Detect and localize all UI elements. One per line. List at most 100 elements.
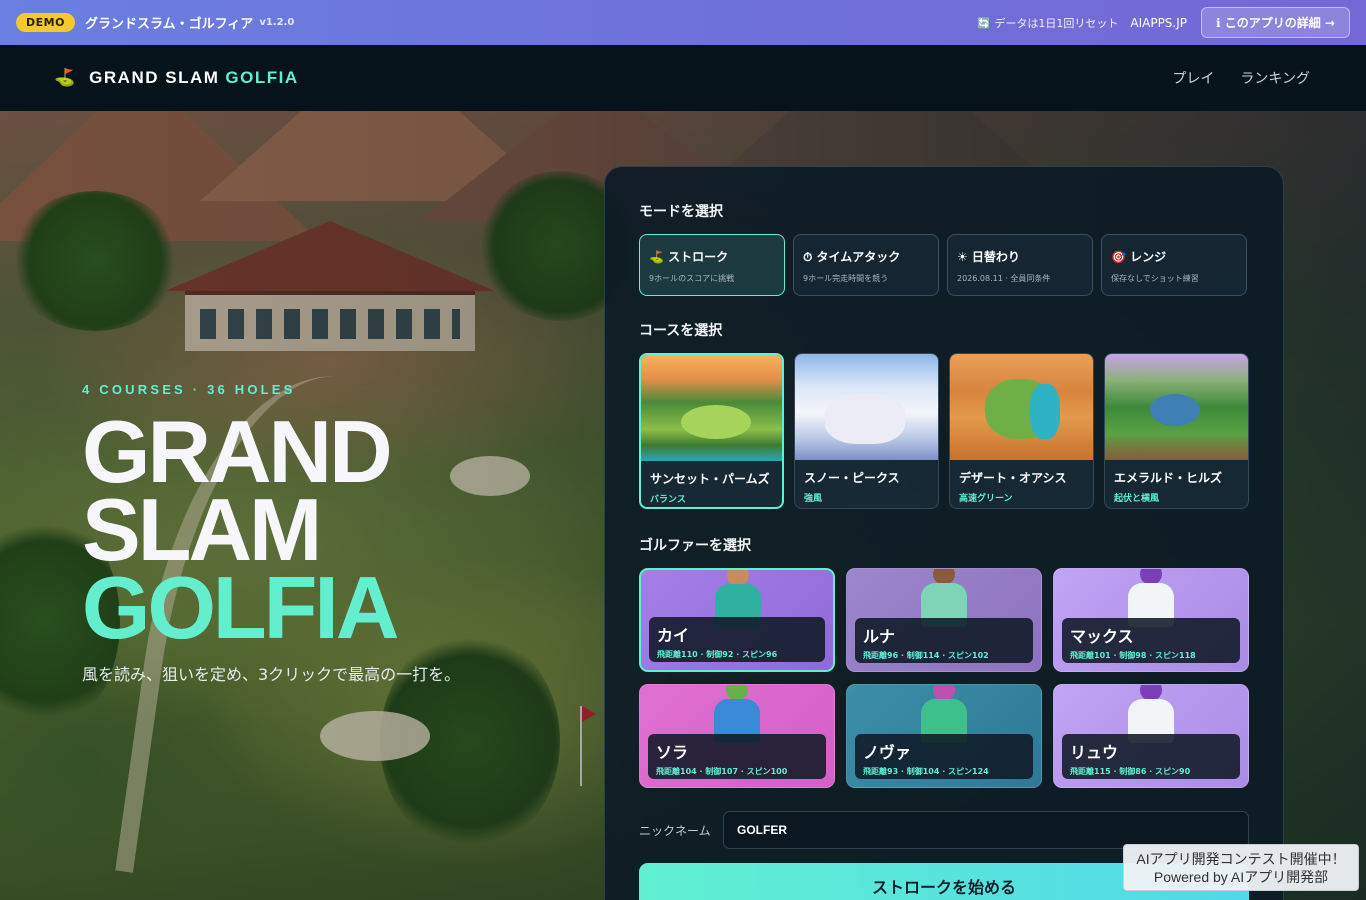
golfer-avatar xyxy=(1116,569,1186,627)
golfer-stats: 飛距離101 · 制御98 · スピン118 xyxy=(1070,651,1196,660)
golfer-avatar xyxy=(702,685,772,743)
course-tag: 起伏と横風 xyxy=(1114,494,1160,504)
golfer-card-kai[interactable]: カイ 飛距離110 · 制御92 · スピン96 xyxy=(639,568,835,672)
mountain-shape xyxy=(0,111,320,241)
course-tag: 強風 xyxy=(804,494,823,504)
golfer-stats: 飛距離104 · 制御107 · スピン100 xyxy=(656,767,788,776)
demo-bar-right: 🔄 データは1日1回リセット AIAPPS.JP ℹ このアプリの詳細 → xyxy=(977,7,1350,38)
golfer-avatar xyxy=(909,685,979,743)
course-tag: バランス xyxy=(650,495,686,505)
golfer-card-sora[interactable]: ソラ 飛距離104 · 制御107 · スピン100 xyxy=(639,684,835,788)
hero-title-line3: GOLFIA xyxy=(82,564,462,652)
logo[interactable]: GRAND SLAM GOLFIA xyxy=(89,68,298,88)
golfer-info: ソラ 飛距離104 · 制御107 · スピン100 xyxy=(648,734,826,779)
logo-accent: GOLFIA xyxy=(225,68,299,87)
mode-option-stroke[interactable]: ⛳ ストローク 9ホールのスコアに挑戦 xyxy=(639,234,785,296)
course-name: デザート・オアシス xyxy=(959,471,1067,485)
golfer-avatar xyxy=(1116,685,1186,743)
app-title: グランドスラム・ゴルフィア xyxy=(84,17,254,32)
site-link[interactable]: AIAPPS.JP xyxy=(1130,16,1187,30)
demo-badge: DEMO xyxy=(16,13,75,32)
clubhouse-roof xyxy=(165,221,495,291)
clubhouse xyxy=(165,221,495,351)
game-setup-panel: モードを選択 ⛳ ストローク 9ホールのスコアに挑戦 ⏱ タイムアタック 9ホー… xyxy=(604,166,1284,900)
course-card-emerald-hills[interactable]: エメラルド・ヒルズ 起伏と横風 xyxy=(1104,353,1249,509)
golfer-name: ソラ xyxy=(656,743,689,762)
mode-desc: 9ホールのスコアに挑戦 xyxy=(649,274,735,283)
course-thumbnail xyxy=(1105,354,1248,460)
mode-selector: ⛳ ストローク 9ホールのスコアに挑戦 ⏱ タイムアタック 9ホール完走時間を競… xyxy=(639,234,1249,296)
golfer-info: カイ 飛距離110 · 制御92 · スピン96 xyxy=(649,617,825,662)
course-tag: 高速グリーン xyxy=(959,494,1013,504)
mode-desc: 2026.08.11 · 全員同条件 xyxy=(957,274,1051,283)
golfer-name: マックス xyxy=(1070,627,1134,646)
golfer-section-title: ゴルファーを選択 xyxy=(639,538,751,554)
course-card-desert-oasis[interactable]: デザート・オアシス 高速グリーン xyxy=(949,353,1094,509)
main-nav: プレイ ランキング xyxy=(1172,68,1310,88)
mode-option-daily[interactable]: ☀ 日替わり 2026.08.11 · 全員同条件 xyxy=(947,234,1093,296)
golfer-info: リュウ 飛距離115 · 制御86 · スピン90 xyxy=(1062,734,1240,779)
mode-desc: 保存なしでショット練習 xyxy=(1111,274,1199,283)
hero-title: GRAND SLAM GOLFIA xyxy=(82,408,462,652)
golfer-card-ryu[interactable]: リュウ 飛距離115 · 制御86 · スピン90 xyxy=(1053,684,1249,788)
sand-bunker xyxy=(450,456,530,496)
nav-ranking[interactable]: ランキング xyxy=(1240,68,1310,88)
course-thumbnail xyxy=(641,355,782,461)
mode-option-time-attack[interactable]: ⏱ タイムアタック 9ホール完走時間を競う xyxy=(793,234,939,296)
mode-option-range[interactable]: 🎯 レンジ 保存なしでショット練習 xyxy=(1101,234,1247,296)
golfer-stats: 飛距離96 · 制御114 · スピン102 xyxy=(863,651,989,660)
reset-notice: 🔄 データは1日1回リセット xyxy=(977,16,1119,30)
mode-name: ☀ 日替わり xyxy=(957,250,1020,264)
course-name: サンセット・パームズ xyxy=(650,472,770,486)
golfer-avatar xyxy=(703,570,773,628)
nickname-label: ニックネーム xyxy=(639,823,711,838)
course-selector: サンセット・パームズ バランス スノー・ピークス 強風 デザート・オアシス 高速… xyxy=(639,353,1249,509)
hero-subtitle: 風を読み、狙いを定め、3クリックで最高の一打を。 xyxy=(82,665,461,684)
mode-name: ⛳ ストローク xyxy=(649,250,729,264)
golfer-stats: 飛距離110 · 制御92 · スピン96 xyxy=(657,650,778,659)
course-name: スノー・ピークス xyxy=(804,471,900,485)
mode-name: 🎯 レンジ xyxy=(1111,250,1167,264)
golfer-card-luna[interactable]: ルナ 飛距離96 · 制御114 · スピン102 xyxy=(846,568,1042,672)
logo-main: GRAND SLAM xyxy=(89,68,220,87)
lake-shape xyxy=(1150,394,1200,426)
hero-kicker: 4 COURSES · 36 HOLES xyxy=(82,382,296,397)
course-thumbnail xyxy=(795,354,938,460)
golfer-name: カイ xyxy=(657,626,690,645)
demo-bar: DEMO グランドスラム・ゴルフィア v1.2.0 🔄 データは1日1回リセット… xyxy=(0,0,1366,45)
golfer-name: リュウ xyxy=(1070,743,1119,762)
golfer-stats: 飛距離93 · 制御104 · スピン124 xyxy=(863,767,989,776)
course-card-snow-peaks[interactable]: スノー・ピークス 強風 xyxy=(794,353,939,509)
contest-promo-banner[interactable]: AIアプリ開発コンテスト開催中！ Powered by AIアプリ開発部 xyxy=(1123,844,1359,891)
golfer-name: ノヴァ xyxy=(863,743,912,762)
course-card-sunset-palms[interactable]: サンセット・パームズ バランス xyxy=(639,353,784,509)
promo-line2: Powered by AIアプリ開発部 xyxy=(1153,869,1329,885)
golfer-stats: 飛距離115 · 制御86 · スピン90 xyxy=(1070,767,1191,776)
palm-tree xyxy=(10,191,180,331)
promo-line1: AIアプリ開発コンテスト開催中！ xyxy=(1136,851,1346,867)
nav-play[interactable]: プレイ xyxy=(1172,68,1214,88)
course-name: エメラルド・ヒルズ xyxy=(1114,471,1223,485)
golfer-info: ノヴァ 飛距離93 · 制御104 · スピン124 xyxy=(855,734,1033,779)
golfer-name: ルナ xyxy=(863,627,896,646)
course-thumbnail xyxy=(950,354,1093,460)
snow-field-shape xyxy=(825,394,905,444)
golf-flag-icon: ⛳ xyxy=(54,68,76,88)
golfer-info: マックス 飛距離101 · 制御98 · スピン118 xyxy=(1062,618,1240,663)
clubhouse-walls xyxy=(185,291,475,351)
golfer-info: ルナ 飛距離96 · 制御114 · スピン102 xyxy=(855,618,1033,663)
water-shape xyxy=(1030,384,1060,439)
golfer-card-max[interactable]: マックス 飛距離101 · 制御98 · スピン118 xyxy=(1053,568,1249,672)
mode-section-title: モードを選択 xyxy=(639,204,723,220)
sand-bunker xyxy=(320,711,430,761)
app-version: v1.2.0 xyxy=(259,17,295,28)
golfer-selector: カイ 飛距離110 · 制御92 · スピン96 ルナ 飛距離96 · 制御11… xyxy=(639,568,1249,788)
app-detail-button[interactable]: ℹ このアプリの詳細 → xyxy=(1201,7,1350,38)
mode-desc: 9ホール完走時間を競う xyxy=(803,274,889,283)
site-header: ⛳ GRAND SLAM GOLFIA プレイ ランキング xyxy=(0,45,1366,111)
fairway-shape xyxy=(681,405,751,439)
mountain-shape xyxy=(200,111,560,201)
flag-pole xyxy=(580,706,582,786)
golfer-card-nova[interactable]: ノヴァ 飛距離93 · 制御104 · スピン124 xyxy=(846,684,1042,788)
golfer-avatar xyxy=(909,569,979,627)
